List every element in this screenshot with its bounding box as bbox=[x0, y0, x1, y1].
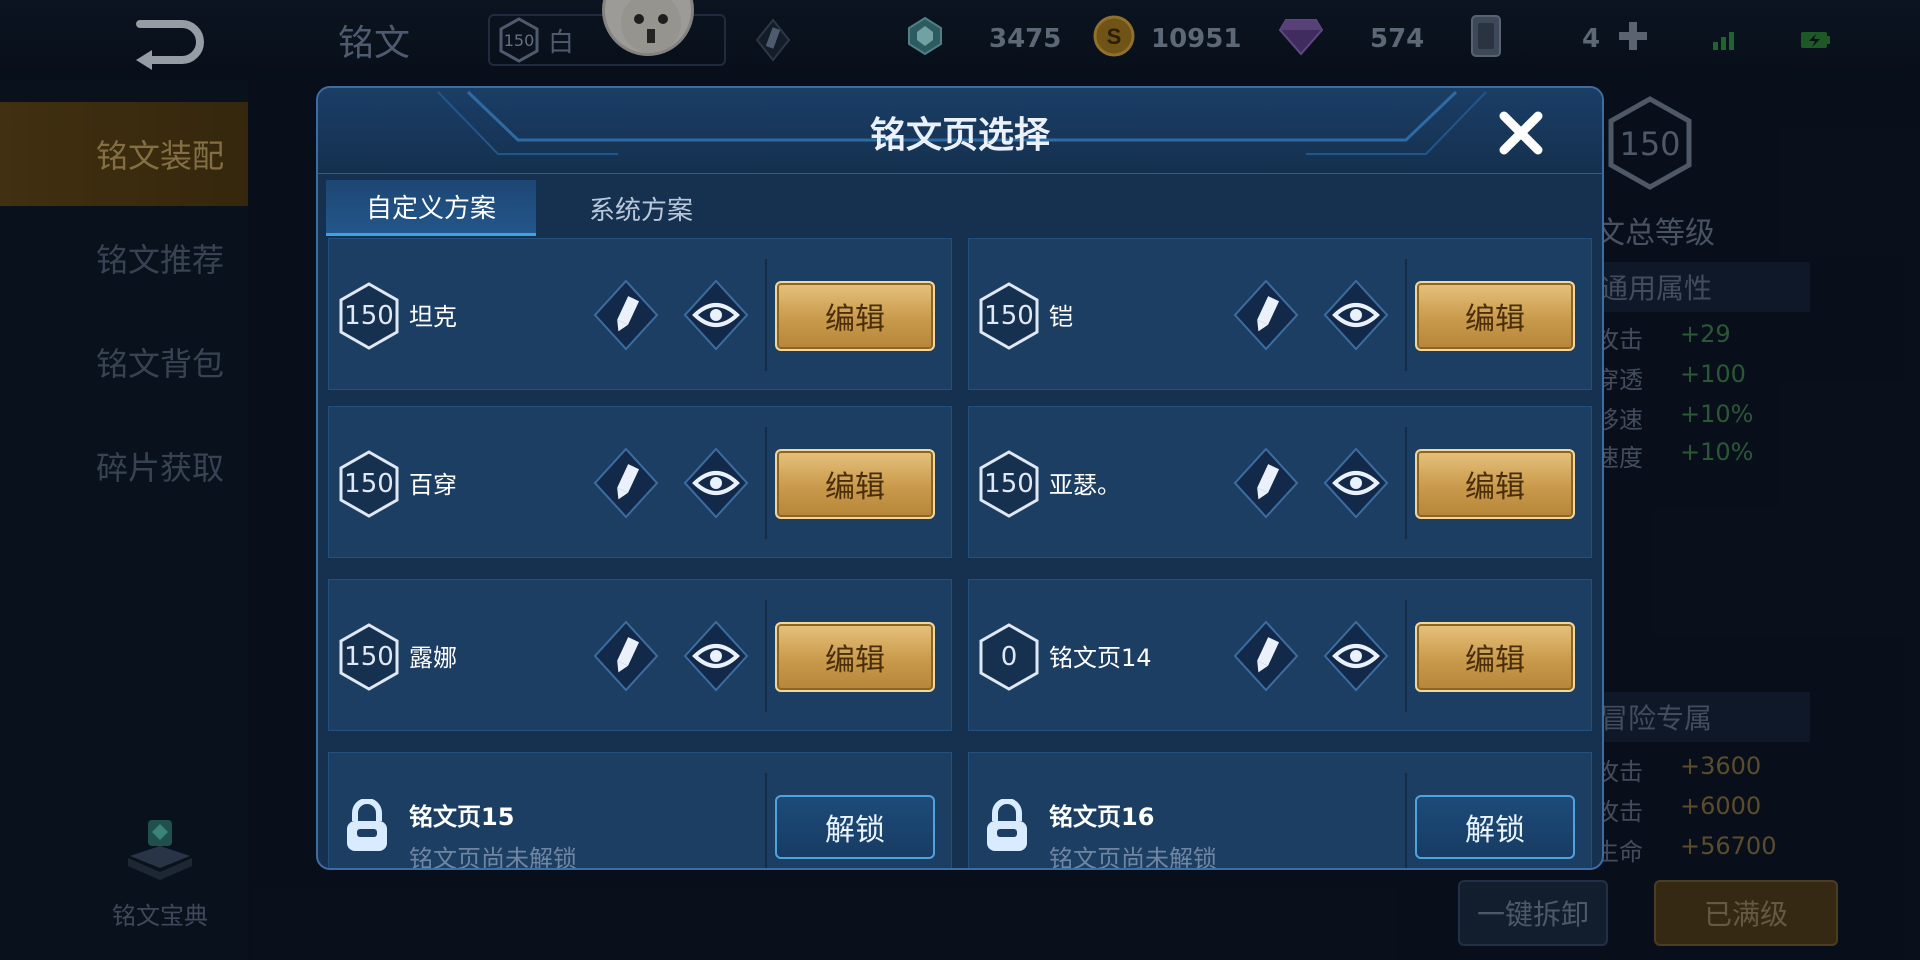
page-name: 露娜 bbox=[409, 644, 457, 672]
locked-hint: 铭文页尚未解锁 bbox=[1049, 845, 1217, 870]
lock-icon bbox=[983, 798, 1031, 859]
locked-rune-page-card[interactable]: 铭文页15 铭文页尚未解锁 解锁 bbox=[328, 752, 952, 870]
rename-pencil-icon[interactable] bbox=[591, 277, 661, 353]
tab-custom-plan[interactable]: 自定义方案 bbox=[326, 180, 536, 236]
page-name: 铭文页14 bbox=[1049, 644, 1152, 672]
edit-button[interactable]: 编辑 bbox=[1415, 449, 1575, 519]
rune-page-card[interactable]: 150 坦克 编辑 bbox=[328, 238, 952, 390]
edit-button[interactable]: 编辑 bbox=[775, 622, 935, 692]
page-level-hex-icon: 0 bbox=[977, 622, 1041, 692]
page-level-hex-icon: 150 bbox=[977, 449, 1041, 519]
page-level-hex-icon: 150 bbox=[337, 622, 401, 692]
page-name: 铠 bbox=[1049, 303, 1073, 331]
rune-page-select-dialog: 铭文页选择 自定义方案 系统方案 150 坦克 编辑 150 铠 编辑 150 … bbox=[316, 86, 1604, 870]
rune-page-card[interactable]: 0 铭文页14 编辑 bbox=[968, 579, 1592, 731]
plan-tabs: 自定义方案 系统方案 bbox=[326, 180, 746, 236]
unlock-button[interactable]: 解锁 bbox=[775, 795, 935, 859]
page-level: 150 bbox=[344, 301, 394, 331]
page-level-hex-icon: 150 bbox=[337, 281, 401, 351]
divider bbox=[765, 259, 767, 371]
divider bbox=[1405, 259, 1407, 371]
rename-pencil-icon[interactable] bbox=[1231, 277, 1301, 353]
preview-eye-icon[interactable] bbox=[681, 445, 751, 521]
rune-page-card[interactable]: 150 亚瑟。 编辑 bbox=[968, 406, 1592, 558]
dialog-title: 铭文页选择 bbox=[869, 115, 1050, 156]
lock-icon bbox=[343, 798, 391, 859]
rename-pencil-icon[interactable] bbox=[1231, 445, 1301, 521]
rename-pencil-icon[interactable] bbox=[591, 618, 661, 694]
rename-pencil-icon[interactable] bbox=[591, 445, 661, 521]
preview-eye-icon[interactable] bbox=[1321, 618, 1391, 694]
rune-page-card[interactable]: 150 百穿 编辑 bbox=[328, 406, 952, 558]
divider bbox=[765, 600, 767, 712]
divider bbox=[1405, 427, 1407, 539]
divider bbox=[1405, 600, 1407, 712]
rename-pencil-icon[interactable] bbox=[1231, 618, 1301, 694]
dialog-header: 铭文页选择 bbox=[318, 88, 1602, 174]
preview-eye-icon[interactable] bbox=[681, 277, 751, 353]
edit-button[interactable]: 编辑 bbox=[1415, 622, 1575, 692]
rune-page-card[interactable]: 150 露娜 编辑 bbox=[328, 579, 952, 731]
page-level: 150 bbox=[984, 469, 1034, 499]
edit-button[interactable]: 编辑 bbox=[775, 449, 935, 519]
divider bbox=[1405, 773, 1407, 868]
page-name: 坦克 bbox=[409, 303, 457, 331]
edit-button[interactable]: 编辑 bbox=[1415, 281, 1575, 351]
rune-page-card[interactable]: 150 铠 编辑 bbox=[968, 238, 1592, 390]
page-name: 铭文页16 bbox=[1049, 803, 1155, 831]
page-level: 150 bbox=[984, 301, 1034, 331]
preview-eye-icon[interactable] bbox=[1321, 445, 1391, 521]
page-name: 百穿 bbox=[409, 471, 457, 499]
page-level: 150 bbox=[344, 469, 394, 499]
page-level: 0 bbox=[1000, 642, 1018, 672]
tab-system-plan[interactable]: 系统方案 bbox=[536, 180, 746, 236]
page-level: 150 bbox=[344, 642, 394, 672]
divider bbox=[765, 773, 767, 868]
preview-eye-icon[interactable] bbox=[1321, 277, 1391, 353]
unlock-button[interactable]: 解锁 bbox=[1415, 795, 1575, 859]
close-icon[interactable] bbox=[1496, 108, 1546, 158]
page-level-hex-icon: 150 bbox=[977, 281, 1041, 351]
edit-button[interactable]: 编辑 bbox=[775, 281, 935, 351]
page-name: 铭文页15 bbox=[409, 803, 515, 831]
preview-eye-icon[interactable] bbox=[681, 618, 751, 694]
locked-hint: 铭文页尚未解锁 bbox=[409, 845, 577, 870]
page-level-hex-icon: 150 bbox=[337, 449, 401, 519]
locked-rune-page-card[interactable]: 铭文页16 铭文页尚未解锁 解锁 bbox=[968, 752, 1592, 870]
page-name: 亚瑟。 bbox=[1049, 471, 1121, 499]
divider bbox=[765, 427, 767, 539]
